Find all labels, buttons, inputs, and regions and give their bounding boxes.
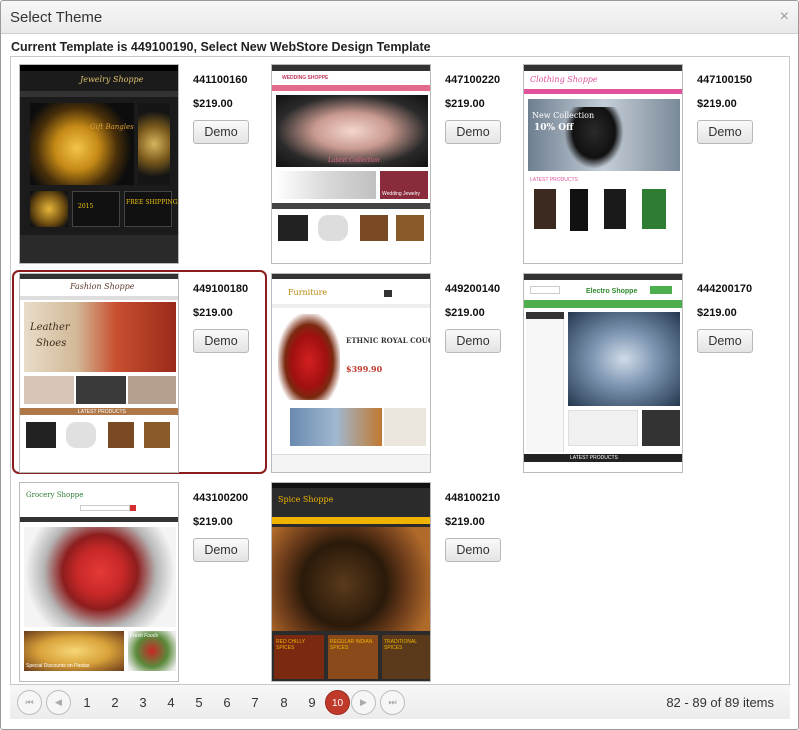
demo-button[interactable]: Demo — [193, 538, 249, 562]
template-card: WEDDING SHOPPE Latest Collection Wedding… — [271, 64, 523, 269]
template-card: Electro Shoppe LATEST PRODUCTS 444200170… — [523, 273, 775, 478]
template-price: $219.00 — [193, 98, 233, 110]
template-code: 444200170 — [697, 283, 753, 295]
template-price: $219.00 — [697, 98, 737, 110]
page-4[interactable]: 4 — [161, 695, 181, 710]
page-5[interactable]: 5 — [189, 695, 209, 710]
demo-button[interactable]: Demo — [193, 120, 249, 144]
template-code: 449200140 — [445, 283, 501, 295]
dialog-title: Select Theme — [10, 9, 103, 26]
page-1[interactable]: 1 — [77, 695, 97, 710]
template-card: Furniture ETHNIC ROYAL COUCH $399.90 449… — [271, 273, 523, 478]
template-card-selected: Fashion Shoppe Leather Shoes LATEST PROD… — [12, 270, 271, 478]
page-6[interactable]: 6 — [217, 695, 237, 710]
dialog-titlebar: Select Theme × — [1, 1, 798, 34]
template-thumbnail-fashion[interactable]: Fashion Shoppe Leather Shoes LATEST PROD… — [19, 273, 179, 473]
template-thumbnail-spice[interactable]: Spice Shoppe RED CHILLY SPICES REGULAR I… — [271, 482, 431, 682]
template-card: Grocery Shoppe Special Discounts on Past… — [19, 482, 271, 687]
template-price: $219.00 — [193, 516, 233, 528]
demo-button[interactable]: Demo — [445, 538, 501, 562]
template-thumbnail-grocery[interactable]: Grocery Shoppe Special Discounts on Past… — [19, 482, 179, 682]
template-code: 448100210 — [445, 492, 501, 504]
pagination-info: 82 - 89 of 89 items — [666, 695, 774, 710]
demo-button[interactable]: Demo — [445, 120, 501, 144]
prev-page-icon[interactable]: ◀ — [46, 690, 71, 715]
page-8[interactable]: 8 — [274, 695, 294, 710]
template-code: 441100160 — [193, 74, 248, 86]
page-9[interactable]: 9 — [302, 695, 322, 710]
page-7[interactable]: 7 — [245, 695, 265, 710]
last-page-icon[interactable]: ⏭ — [380, 690, 405, 715]
demo-button[interactable]: Demo — [697, 329, 753, 353]
page-10-current[interactable]: 10 — [325, 690, 350, 715]
demo-button[interactable]: Demo — [445, 329, 501, 353]
template-code: 449100180 — [193, 283, 249, 295]
template-card: Spice Shoppe RED CHILLY SPICES REGULAR I… — [271, 482, 523, 687]
template-thumbnail-electro[interactable]: Electro Shoppe LATEST PRODUCTS — [523, 273, 683, 473]
template-thumbnail-wedding[interactable]: WEDDING SHOPPE Latest Collection Wedding… — [271, 64, 431, 264]
template-price: $219.00 — [445, 98, 485, 110]
template-price: $219.00 — [445, 307, 485, 319]
template-price: $219.00 — [193, 307, 233, 319]
close-icon[interactable]: × — [780, 8, 789, 26]
demo-button[interactable]: Demo — [697, 120, 753, 144]
pagination-bar: ⏮ ◀ 1 2 3 4 5 6 7 8 9 10 ▶ ⏭ 82 - 89 of … — [10, 684, 790, 719]
next-page-icon[interactable]: ▶ — [351, 690, 376, 715]
template-thumbnail-clothing[interactable]: Clothing Shoppe New Collection 10% Off L… — [523, 64, 683, 264]
first-page-icon[interactable]: ⏮ — [17, 690, 42, 715]
template-card: Jewelry Shoppe Gift Bangles 2015 FREE SH… — [19, 64, 271, 269]
template-code: 447100220 — [445, 74, 501, 86]
template-price: $219.00 — [697, 307, 737, 319]
template-card: Clothing Shoppe New Collection 10% Off L… — [523, 64, 775, 269]
template-price: $219.00 — [445, 516, 485, 528]
current-template-label: Current Template is 449100190, Select Ne… — [11, 40, 431, 54]
template-code: 447100150 — [697, 74, 753, 86]
template-code: 443100200 — [193, 492, 249, 504]
template-thumbnail-furniture[interactable]: Furniture ETHNIC ROYAL COUCH $399.90 — [271, 273, 431, 473]
template-grid: Jewelry Shoppe Gift Bangles 2015 FREE SH… — [10, 56, 790, 719]
page-3[interactable]: 3 — [133, 695, 153, 710]
demo-button[interactable]: Demo — [193, 329, 249, 353]
page-2[interactable]: 2 — [105, 695, 125, 710]
select-theme-dialog: Select Theme × Current Template is 44910… — [0, 0, 799, 730]
template-thumbnail-jewelry[interactable]: Jewelry Shoppe Gift Bangles 2015 FREE SH… — [19, 64, 179, 264]
